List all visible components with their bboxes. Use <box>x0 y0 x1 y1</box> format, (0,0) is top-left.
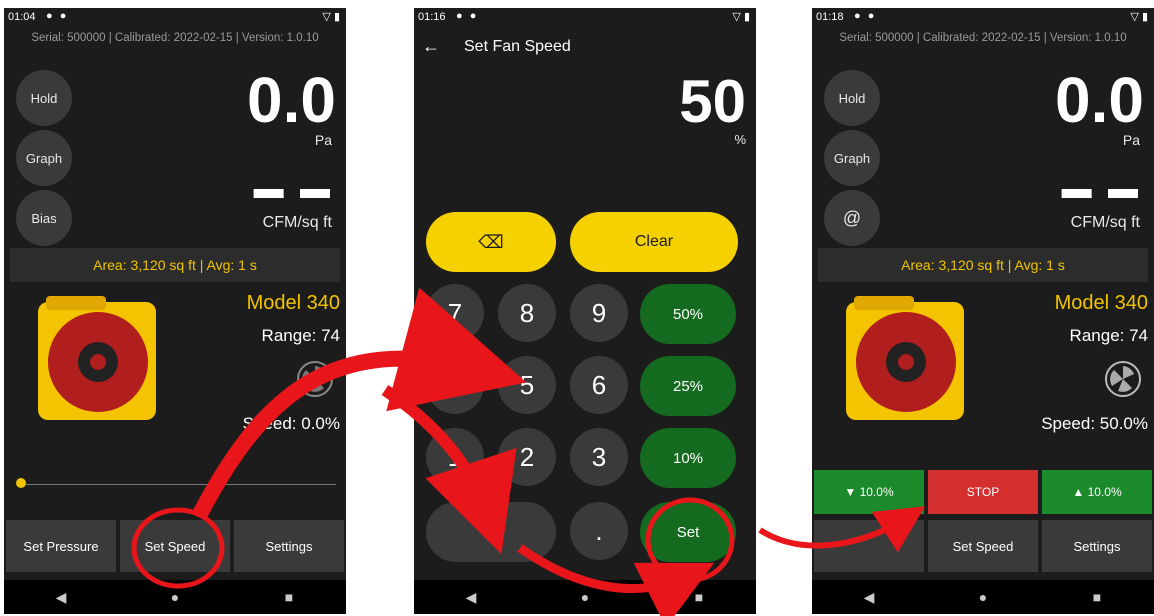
fan-icon <box>1105 361 1141 397</box>
fan-device-image <box>846 296 964 420</box>
set-pressure-button[interactable]: Set Pressure <box>6 520 116 572</box>
signal-battery-icon: ▽ ▮ <box>1130 11 1148 23</box>
model-label: Model 340 <box>246 292 340 314</box>
flow-unit: CFM/sq ft <box>262 214 332 231</box>
set-speed-button[interactable]: Set Speed <box>928 520 1038 572</box>
nav-recent-icon[interactable]: ■ <box>259 589 319 605</box>
nav-back-icon[interactable]: ◀ <box>441 589 501 606</box>
speed-input-value: 50 <box>679 68 746 135</box>
backspace-button[interactable]: ⌫ <box>426 212 556 272</box>
nav-back-icon[interactable]: ◀ <box>31 589 91 606</box>
version-label: Version: 1.0.10 <box>241 32 319 44</box>
key-8[interactable]: 8 <box>498 284 556 342</box>
status-bar: 01:18 ● ● ▽ ▮ <box>812 8 1154 28</box>
speed-down-button[interactable]: ▼ 10.0% <box>814 470 924 514</box>
key-2[interactable]: 2 <box>498 428 556 486</box>
key-6[interactable]: 6 <box>570 356 628 414</box>
backspace-icon: ⌫ <box>478 231 504 252</box>
flow-unit: CFM/sq ft <box>1070 214 1140 231</box>
set-speed-button[interactable]: Set Speed <box>120 520 230 572</box>
speed-slider-track[interactable] <box>18 484 336 485</box>
pressure-value: 0.0 <box>247 64 336 136</box>
phone-screen-keypad: 01:16 ● ● ▽ ▮ ← Set Fan Speed 50 % ⌫ Cle… <box>414 8 756 614</box>
speed-label: Speed: 0.0% <box>242 414 340 433</box>
android-nav-bar: ◀ ● ■ <box>4 580 346 614</box>
page-title: Set Fan Speed <box>464 38 571 55</box>
key-4[interactable]: 4 <box>426 356 484 414</box>
graph-button[interactable]: Graph <box>824 130 880 186</box>
serial-label: Serial: 500000 <box>31 32 106 44</box>
nav-recent-icon[interactable]: ■ <box>669 589 729 605</box>
back-arrow-icon[interactable]: ← <box>422 36 440 57</box>
speed-up-button[interactable]: ▲ 10.0% <box>1042 470 1152 514</box>
speed-input-unit: % <box>734 132 746 147</box>
area-avg-bar[interactable]: Area: 3,120 sq ft | Avg: 1 s <box>818 248 1148 282</box>
flow-value: ▬ ▬ <box>1061 172 1142 205</box>
set-pressure-button[interactable] <box>814 520 924 572</box>
preset-10-button[interactable]: 10% <box>640 428 736 488</box>
status-bar: 01:16 ● ● ▽ ▮ <box>414 8 756 28</box>
notification-icons: ● ● <box>46 10 69 22</box>
status-time: 01:18 <box>816 11 844 23</box>
speed-control-bar: ▼ 10.0% STOP ▲ 10.0% <box>814 470 1152 514</box>
device-info-line: Serial: 500000 | Calibrated: 2022-02-15 … <box>839 32 1127 44</box>
phone-screen-running: 01:18 ● ● ▽ ▮ Serial: 500000 | Calibrate… <box>812 8 1154 614</box>
stop-button[interactable]: STOP <box>928 470 1038 514</box>
bias-button[interactable]: Bias <box>16 190 72 246</box>
signal-battery-icon: ▽ ▮ <box>732 11 750 23</box>
nav-back-icon[interactable]: ◀ <box>839 589 899 606</box>
phone-screen-main: 01:04 ● ● ▽ ▮ Serial: 500000 | Calibrate… <box>4 8 346 614</box>
settings-button[interactable]: Settings <box>234 520 344 572</box>
key-5[interactable]: 5 <box>498 356 556 414</box>
status-bar: 01:04 ● ● ▽ ▮ <box>4 8 346 28</box>
key-3[interactable]: 3 <box>570 428 628 486</box>
preset-50-button[interactable]: 50% <box>640 284 736 344</box>
pressure-unit: Pa <box>314 132 332 148</box>
hold-button[interactable]: Hold <box>824 70 880 126</box>
settings-button[interactable]: Settings <box>1042 520 1152 572</box>
key-7[interactable]: 7 <box>426 284 484 342</box>
speed-label: Speed: 50.0% <box>1041 414 1148 433</box>
serial-label: Serial: 500000 <box>839 32 914 44</box>
android-nav-bar: ◀ ● ■ <box>812 580 1154 614</box>
range-label: Range: 74 <box>1069 326 1148 345</box>
notification-icons: ● ● <box>456 10 479 22</box>
nav-home-icon[interactable]: ● <box>555 589 615 605</box>
fan-icon <box>297 361 333 397</box>
graph-button[interactable]: Graph <box>16 130 72 186</box>
status-time: 01:16 <box>418 11 446 23</box>
calibrated-label: Calibrated: 2022-02-15 <box>922 32 1041 44</box>
bottom-action-bar: Set Speed Settings <box>814 520 1152 572</box>
key-1[interactable]: 1 <box>426 428 484 486</box>
model-label: Model 340 <box>1054 292 1148 314</box>
set-button[interactable]: Set <box>640 502 736 562</box>
preset-25-button[interactable]: 25% <box>640 356 736 416</box>
key-9[interactable]: 9 <box>570 284 628 342</box>
hold-button[interactable]: Hold <box>16 70 72 126</box>
device-info-line: Serial: 500000 | Calibrated: 2022-02-15 … <box>31 32 319 44</box>
pressure-value: 0.0 <box>1055 64 1144 136</box>
key-decimal[interactable]: . <box>570 502 628 560</box>
key-0[interactable]: 0 <box>426 502 556 562</box>
status-time: 01:04 <box>8 11 36 23</box>
clear-button[interactable]: Clear <box>570 212 738 272</box>
at-button[interactable]: @ <box>824 190 880 246</box>
bottom-action-bar: Set Pressure Set Speed Settings <box>6 520 344 572</box>
range-label: Range: 74 <box>261 326 340 345</box>
version-label: Version: 1.0.10 <box>1049 32 1127 44</box>
area-avg-bar[interactable]: Area: 3,120 sq ft | Avg: 1 s <box>10 248 340 282</box>
notification-icons: ● ● <box>854 10 877 22</box>
flow-value: ▬ ▬ <box>253 172 334 205</box>
speed-slider-knob[interactable] <box>16 478 26 488</box>
nav-home-icon[interactable]: ● <box>953 589 1013 605</box>
calibrated-label: Calibrated: 2022-02-15 <box>114 32 233 44</box>
android-nav-bar: ◀ ● ■ <box>414 580 756 614</box>
pressure-unit: Pa <box>1122 132 1140 148</box>
nav-home-icon[interactable]: ● <box>145 589 205 605</box>
nav-recent-icon[interactable]: ■ <box>1067 589 1127 605</box>
fan-device-image <box>38 296 156 420</box>
signal-battery-icon: ▽ ▮ <box>322 11 340 23</box>
